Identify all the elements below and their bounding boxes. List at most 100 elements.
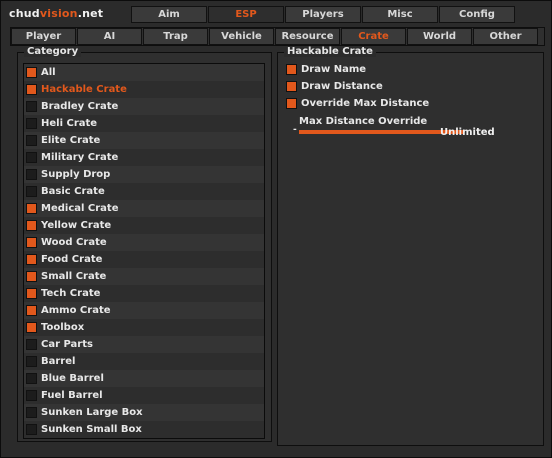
list-item[interactable]: Bradley Crate <box>24 98 264 115</box>
category-label: Sunken Large Box <box>41 407 143 418</box>
category-label: Sunken Small Box <box>41 424 142 435</box>
category-label: Barrel <box>41 356 76 367</box>
slider-fill <box>299 130 463 134</box>
category-label: Elite Crate <box>41 135 101 146</box>
list-item[interactable]: Blue Barrel <box>24 370 264 387</box>
tab-esp[interactable]: ESP <box>208 6 284 23</box>
draw-distance-option[interactable]: Draw Distance <box>286 79 383 93</box>
list-item[interactable]: Toolbox <box>24 319 264 336</box>
category-checkbox[interactable] <box>26 118 37 129</box>
category-checkbox[interactable] <box>26 373 37 384</box>
tab-aim[interactable]: Aim <box>131 6 207 23</box>
list-item[interactable]: Food Crate <box>24 251 264 268</box>
category-checkbox[interactable] <box>26 356 37 367</box>
category-checkbox[interactable] <box>26 288 37 299</box>
category-checkbox[interactable] <box>26 339 37 350</box>
category-title: Category <box>24 46 82 57</box>
list-item[interactable]: Sunken Large Box <box>24 404 264 421</box>
slider-minus[interactable]: - <box>293 125 297 135</box>
brand-part-2: vision <box>39 7 78 20</box>
subtab-other[interactable]: Other <box>473 28 538 45</box>
subtab-world[interactable]: World <box>407 28 472 45</box>
list-item[interactable]: Tech Crate <box>24 285 264 302</box>
draw-name-option[interactable]: Draw Name <box>286 62 366 76</box>
subtab-resource[interactable]: Resource <box>275 28 340 45</box>
subtab-trap[interactable]: Trap <box>143 28 208 45</box>
category-checkbox[interactable] <box>26 101 37 112</box>
subtab-player[interactable]: Player <box>11 28 76 45</box>
category-checkbox[interactable] <box>26 67 37 78</box>
list-item[interactable]: Military Crate <box>24 149 264 166</box>
category-checkbox[interactable] <box>26 424 37 435</box>
list-item[interactable]: Small Crate <box>24 268 264 285</box>
list-item[interactable]: Sunken Small Box <box>24 421 264 438</box>
draw-name-label: Draw Name <box>301 63 367 75</box>
category-label: Fuel Barrel <box>41 390 103 401</box>
detail-panel: Hackable Crate Draw Name Draw Distance O… <box>277 46 544 446</box>
category-list: All Hackable Crate Bradley Crate Heli Crate… <box>23 63 265 439</box>
subtab-vehicle[interactable]: Vehicle <box>209 28 274 45</box>
slider-value: Unlimited <box>440 127 495 138</box>
category-label: Hackable Crate <box>41 84 127 95</box>
list-item[interactable]: Yellow Crate <box>24 217 264 234</box>
list-item[interactable]: Wood Crate <box>24 234 264 251</box>
category-checkbox[interactable] <box>26 220 37 231</box>
detail-title: Hackable Crate <box>284 46 376 57</box>
override-max-distance-label: Override Max Distance <box>301 97 430 109</box>
category-checkbox[interactable] <box>26 186 37 197</box>
category-checkbox[interactable] <box>26 254 37 265</box>
category-checkbox[interactable] <box>26 135 37 146</box>
list-item[interactable]: Heli Crate <box>24 115 264 132</box>
draw-name-checkbox[interactable] <box>286 63 297 75</box>
category-label: Blue Barrel <box>41 373 104 384</box>
category-label: Toolbox <box>41 322 85 333</box>
category-label: Wood Crate <box>41 237 107 248</box>
category-label: Small Crate <box>41 271 107 282</box>
category-checkbox[interactable] <box>26 271 37 282</box>
category-checkbox[interactable] <box>26 152 37 163</box>
list-item[interactable]: Basic Crate <box>24 183 264 200</box>
category-checkbox[interactable] <box>26 84 37 95</box>
subtab-crate[interactable]: Crate <box>341 28 406 45</box>
tab-config[interactable]: Config <box>439 6 515 23</box>
draw-distance-checkbox[interactable] <box>286 80 297 92</box>
list-item[interactable]: Hackable Crate <box>24 81 264 98</box>
category-checkbox[interactable] <box>26 237 37 248</box>
category-checkbox[interactable] <box>26 407 37 418</box>
category-label: Heli Crate <box>41 118 98 129</box>
list-item[interactable]: All <box>24 64 264 81</box>
tab-players[interactable]: Players <box>285 6 361 23</box>
main-window: chudvision.net Aim ESP Players Misc Conf… <box>0 0 552 458</box>
slider-label: Max Distance Override <box>299 116 428 127</box>
list-item[interactable]: Barrel <box>24 353 264 370</box>
sub-tab-bar: Player AI Trap Vehicle Resource Crate Wo… <box>10 27 545 46</box>
draw-distance-label: Draw Distance <box>301 80 383 92</box>
list-item[interactable]: Medical Crate <box>24 200 264 217</box>
category-label: Basic Crate <box>41 186 105 197</box>
override-max-distance-checkbox[interactable] <box>286 97 297 109</box>
category-checkbox[interactable] <box>26 322 37 333</box>
category-label: Car Parts <box>41 339 93 350</box>
category-panel: Category All Hackable Crate Bradley Crate H… <box>17 46 272 442</box>
subtab-ai[interactable]: AI <box>77 28 142 45</box>
max-distance-slider[interactable] <box>299 130 463 134</box>
category-checkbox[interactable] <box>26 305 37 316</box>
list-item[interactable]: Fuel Barrel <box>24 387 264 404</box>
list-item[interactable]: Ammo Crate <box>24 302 264 319</box>
category-label: Tech Crate <box>41 288 101 299</box>
category-checkbox[interactable] <box>26 203 37 214</box>
list-item[interactable]: Elite Crate <box>24 132 264 149</box>
category-label: All <box>41 67 56 78</box>
brand-part-3: .net <box>77 7 104 20</box>
list-item[interactable]: Supply Drop <box>24 166 264 183</box>
category-label: Supply Drop <box>41 169 111 180</box>
category-checkbox[interactable] <box>26 390 37 401</box>
category-label: Ammo Crate <box>41 305 111 316</box>
category-label: Bradley Crate <box>41 101 119 112</box>
tab-misc[interactable]: Misc <box>362 6 438 23</box>
brand-part-1: chud <box>9 7 40 20</box>
list-item[interactable]: Car Parts <box>24 336 264 353</box>
category-checkbox[interactable] <box>26 169 37 180</box>
override-max-distance-option[interactable]: Override Max Distance <box>286 96 429 110</box>
category-label: Medical Crate <box>41 203 119 214</box>
